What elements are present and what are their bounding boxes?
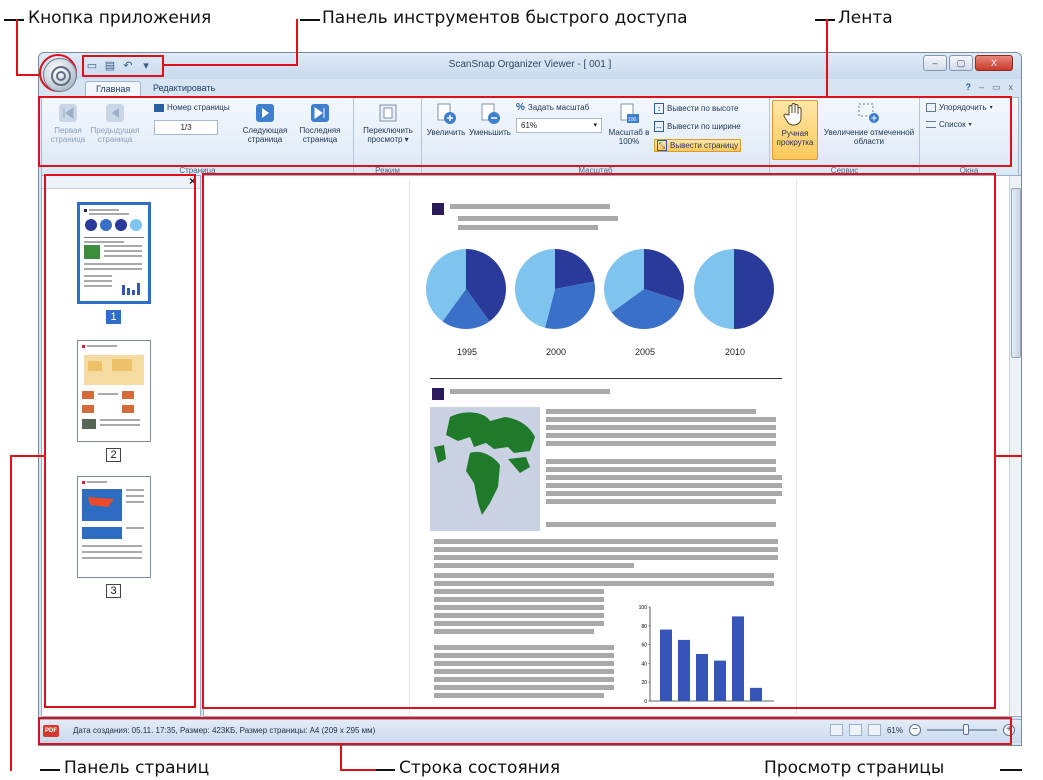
highlight-status-bar <box>38 717 1012 745</box>
ribbon-restore-icon[interactable]: ▭ <box>992 82 1001 93</box>
highlight-ribbon <box>38 96 1012 167</box>
callout-app-button: Кнопка приложения <box>28 8 212 28</box>
highlight-page-view <box>202 173 996 709</box>
callout-page-view: Просмотр страницы <box>764 758 945 778</box>
leader-line <box>164 64 298 66</box>
leader-line <box>10 455 46 457</box>
highlight-page-panel <box>44 174 196 708</box>
tabs-right-controls: ? – ▭ x <box>965 82 1013 93</box>
title-bar: ▭ ▤ ↶ ▾ ScanSnap Organizer Viewer - [ 00… <box>39 53 1021 79</box>
callout-dash <box>375 769 395 771</box>
leader-line <box>340 744 342 771</box>
callout-dash <box>815 19 835 21</box>
callout-dash <box>40 769 60 771</box>
leader-line <box>10 455 12 771</box>
callout-page-panel: Панель страниц <box>64 758 210 778</box>
help-icon[interactable]: ? <box>965 82 971 93</box>
leader-line <box>296 19 298 65</box>
leader-line <box>16 74 40 76</box>
ribbon-minimize-icon[interactable]: – <box>979 82 984 93</box>
highlight-quick-access <box>82 55 164 77</box>
callout-dash <box>300 19 320 21</box>
vertical-scrollbar[interactable] <box>1009 176 1021 716</box>
app-logo-icon <box>51 66 71 86</box>
minimize-button[interactable]: – <box>923 55 947 71</box>
scrollbar-thumb[interactable] <box>1011 188 1021 358</box>
tab-home[interactable]: Главная <box>85 81 142 97</box>
ribbon-tabs: Главная Редактировать ? – ▭ x <box>39 79 1021 97</box>
leader-line <box>340 769 376 771</box>
leader-line <box>826 19 828 97</box>
tab-edit[interactable]: Редактировать <box>143 81 225 97</box>
leader-line <box>996 455 1022 457</box>
callout-dash <box>4 19 24 21</box>
leader-line <box>16 19 18 75</box>
callout-dash <box>1000 769 1022 771</box>
callout-quick-access: Панель инструментов быстрого доступа <box>322 8 688 28</box>
app-button[interactable] <box>43 58 77 92</box>
callout-status-bar: Строка состояния <box>399 758 561 778</box>
window-controls: – ▢ X <box>923 55 1013 71</box>
ribbon-close-icon[interactable]: x <box>1009 82 1014 93</box>
maximize-button[interactable]: ▢ <box>949 55 973 71</box>
close-button[interactable]: X <box>975 55 1013 71</box>
callout-ribbon: Лента <box>838 8 893 28</box>
